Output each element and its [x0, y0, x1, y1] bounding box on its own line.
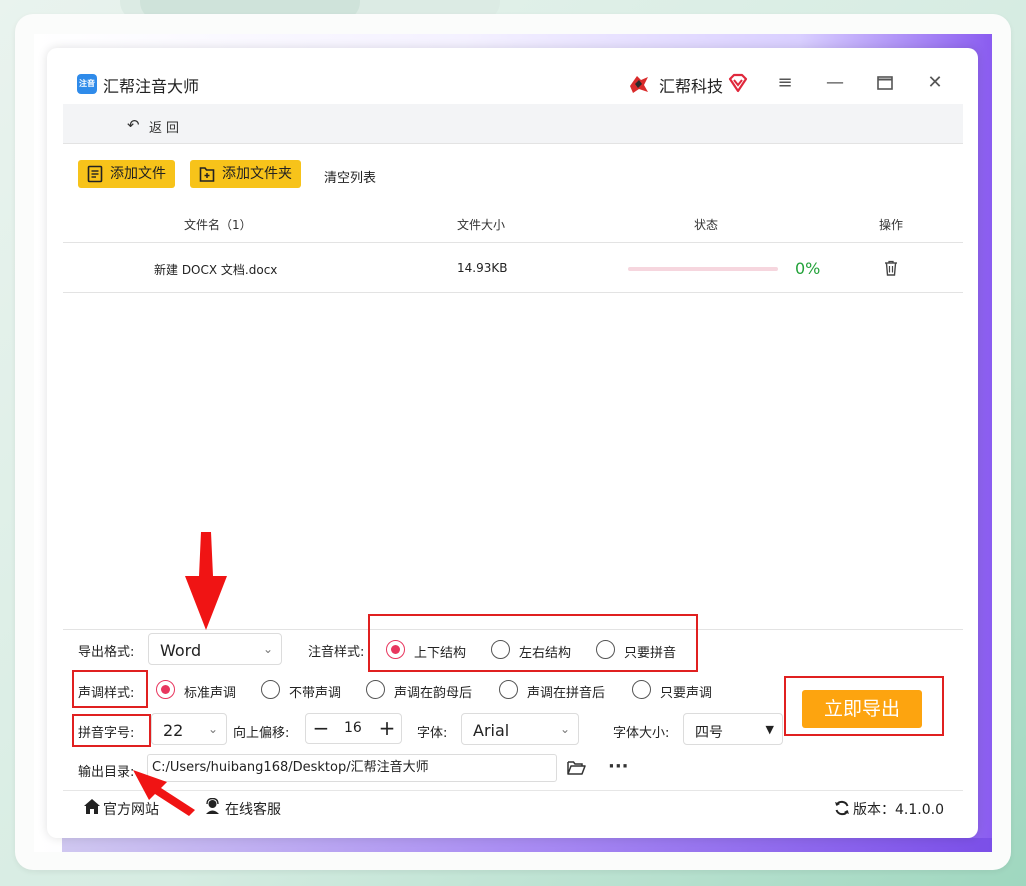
radio-label-left-right: 左右结构: [519, 646, 572, 661]
maximize-icon[interactable]: [870, 70, 900, 96]
brand-logo-icon: [630, 76, 648, 93]
add-file-button[interactable]: 添加文件: [78, 160, 175, 188]
tone-style-label: 声调样式:: [78, 686, 135, 701]
customer-service-icon[interactable]: [204, 798, 221, 815]
add-file-label: 添加文件: [110, 166, 166, 182]
radio-label-tone-only: 只要声调: [660, 686, 713, 701]
pinyin-size-value: 22: [163, 721, 184, 740]
font-value: Arial: [473, 721, 510, 740]
clear-list-button[interactable]: 清空列表: [324, 167, 376, 186]
radio-label-tone-after-pinyin: 声调在拼音后: [527, 686, 606, 701]
online-support-link[interactable]: 在线客服: [225, 799, 281, 819]
brand-name: 汇帮科技: [659, 77, 724, 96]
version-label: 版本：: [853, 802, 895, 818]
offset-stepper: − 16 +: [305, 713, 402, 744]
pinyin-size-select[interactable]: 22 ⌄: [151, 713, 227, 745]
output-dir-label: 输出目录:: [78, 765, 135, 780]
column-header-actions: 操作: [879, 218, 904, 232]
chevron-down-icon: ⌄: [559, 722, 570, 736]
annotation-arrow-down: [185, 532, 227, 630]
radio-label-no-tone: 不带声调: [289, 686, 342, 701]
radio-top-bottom[interactable]: [386, 640, 405, 659]
footer-divider: [63, 790, 963, 791]
radio-label-tone-after-final: 声调在韵母后: [394, 686, 473, 701]
column-header-filename: 文件名（1）: [184, 218, 252, 232]
radio-label-pinyin-only: 只要拼音: [624, 646, 677, 661]
add-folder-label: 添加文件夹: [222, 166, 292, 182]
export-format-value: Word: [160, 641, 202, 660]
window-shadow-strip: [62, 838, 992, 852]
font-label: 字体:: [417, 726, 448, 741]
radio-no-tone[interactable]: [261, 680, 280, 699]
font-select[interactable]: Arial ⌄: [461, 713, 579, 745]
menu-icon[interactable]: ≡: [770, 70, 800, 96]
row-divider: [63, 292, 963, 293]
export-now-button[interactable]: 立即导出: [802, 690, 922, 728]
trash-icon[interactable]: [884, 260, 898, 276]
back-arrow-icon[interactable]: ↶: [127, 116, 140, 134]
caret-down-icon: ▼: [765, 723, 774, 736]
version-number: 4.1.0.0: [895, 802, 944, 818]
vip-diamond-icon[interactable]: [727, 72, 749, 94]
column-header-size: 文件大小: [457, 218, 506, 232]
add-folder-button[interactable]: 添加文件夹: [190, 160, 301, 188]
home-icon[interactable]: [83, 798, 101, 815]
font-size-value: 四号: [695, 725, 723, 741]
back-bar: [63, 104, 963, 144]
increment-button[interactable]: +: [376, 716, 398, 742]
offset-value[interactable]: 16: [344, 720, 362, 736]
radio-label-standard-tone: 标准声调: [184, 686, 237, 701]
app-logo-icon: 注音: [77, 74, 97, 94]
app-window: 注音 汇帮注音大师 汇帮科技 ≡ — ✕ ↶ 返回 添加文件 添加文件夹 清空列…: [47, 48, 978, 838]
refresh-icon[interactable]: [834, 800, 850, 816]
chevron-down-icon: ⌄: [262, 642, 273, 656]
offset-label: 向上偏移:: [233, 726, 290, 741]
close-icon[interactable]: ✕: [920, 70, 950, 96]
font-size-label: 字体大小:: [613, 726, 670, 741]
font-size-select[interactable]: 四号 ▼: [683, 713, 783, 745]
file-icon: [87, 165, 103, 183]
radio-left-right[interactable]: [491, 640, 510, 659]
column-header-status: 状态: [694, 218, 719, 232]
annotation-style-label: 注音样式:: [308, 645, 365, 660]
radio-tone-only[interactable]: [632, 680, 651, 699]
radio-label-top-bottom: 上下结构: [414, 646, 467, 661]
pinyin-size-label: 拼音字号:: [78, 726, 135, 741]
radio-standard-tone[interactable]: [156, 680, 175, 699]
add-folder-icon: [199, 167, 215, 182]
progress-percent: 0%: [795, 259, 821, 278]
file-size-cell: 14.93KB: [457, 261, 508, 275]
folder-open-icon[interactable]: [567, 760, 586, 776]
decrement-button[interactable]: −: [310, 716, 332, 742]
chevron-down-icon: ⌄: [207, 722, 218, 736]
back-button[interactable]: 返回: [149, 117, 183, 136]
radio-tone-after-pinyin[interactable]: [499, 680, 518, 699]
minimize-icon[interactable]: —: [820, 70, 850, 96]
app-title: 汇帮注音大师: [103, 77, 200, 96]
header-divider: [63, 242, 963, 243]
file-name-cell: 新建 DOCX 文档.docx: [154, 263, 278, 277]
annotation-arrow-diagonal: [133, 770, 195, 816]
version-text: 版本：4.1.0.0: [853, 799, 944, 819]
progress-bar: [628, 267, 778, 271]
export-format-label: 导出格式:: [78, 645, 135, 660]
output-dir-field[interactable]: C:/Users/huibang168/Desktop/汇帮注音大师: [147, 754, 557, 782]
more-options-icon[interactable]: ···: [608, 756, 629, 777]
radio-tone-after-final[interactable]: [366, 680, 385, 699]
radio-pinyin-only[interactable]: [596, 640, 615, 659]
export-format-select[interactable]: Word ⌄: [148, 633, 282, 665]
